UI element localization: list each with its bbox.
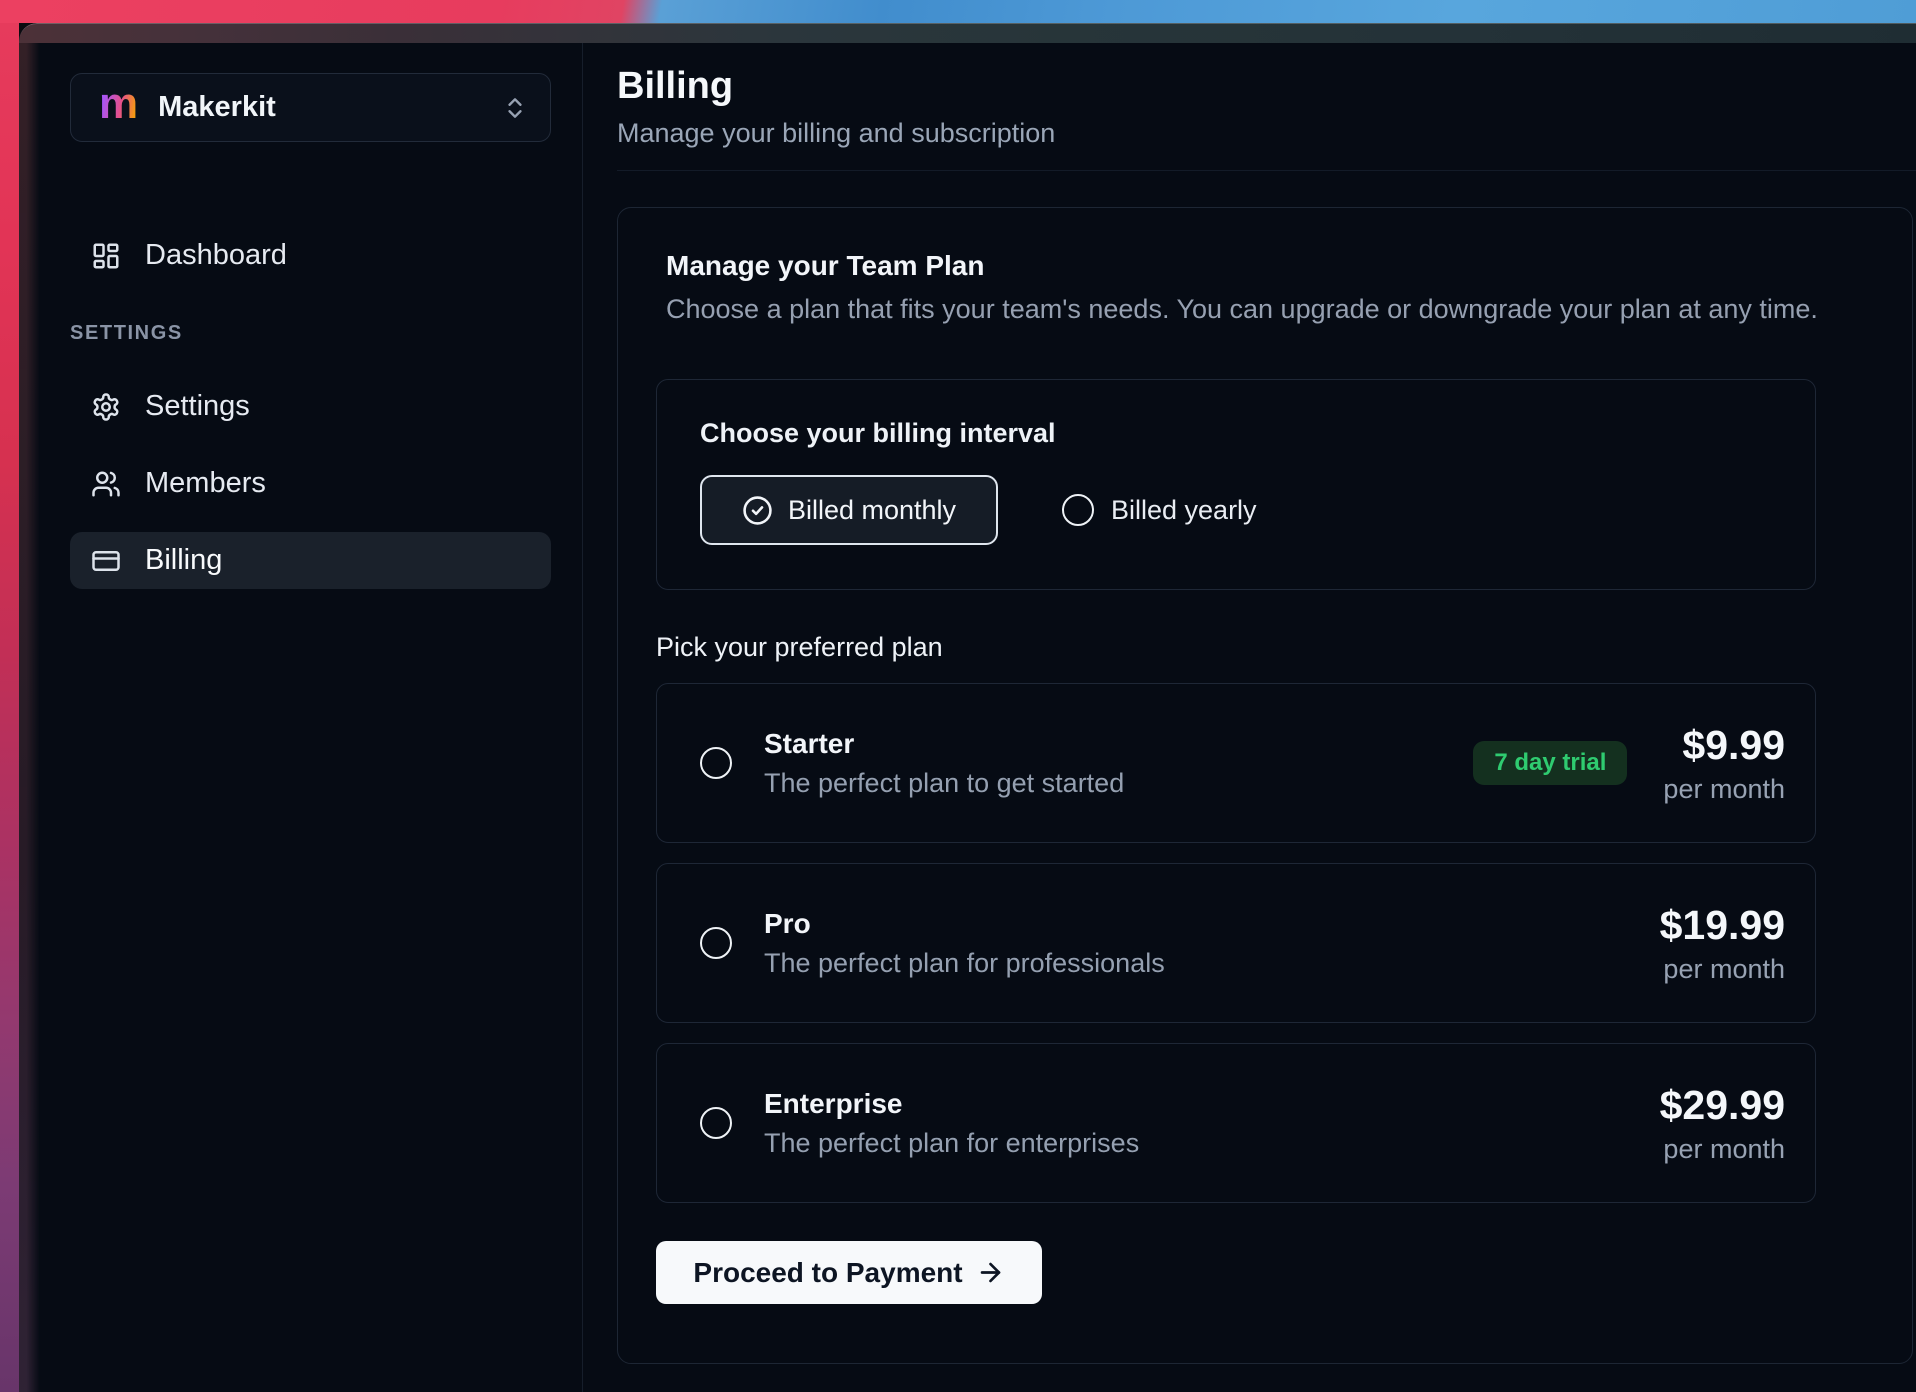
page-subtitle: Manage your billing and subscription (617, 118, 1916, 149)
plan-card-pro[interactable]: Pro The perfect plan for professionals $… (656, 863, 1816, 1023)
billed-monthly-option[interactable]: Billed monthly (700, 475, 998, 545)
page-header: Billing Manage your billing and subscrip… (617, 43, 1916, 171)
sidebar-nav: Dashboard SETTINGS Settings (70, 227, 551, 589)
plan-radio-pro[interactable] (700, 927, 732, 959)
trial-badge: 7 day trial (1473, 741, 1627, 785)
billing-interval-label: Choose your billing interval (700, 418, 1815, 449)
plan-name: Enterprise (764, 1088, 1139, 1120)
arrow-right-icon (976, 1258, 1005, 1287)
sidebar-item-billing[interactable]: Billing (70, 532, 551, 589)
page-title: Billing (617, 65, 1916, 107)
plan-description: The perfect plan to get started (764, 768, 1124, 799)
sidebar-item-dashboard[interactable]: Dashboard (70, 227, 551, 284)
card-title: Manage your Team Plan (666, 250, 1902, 282)
plan-text: Starter The perfect plan to get started (764, 728, 1124, 799)
plan-text: Enterprise The perfect plan for enterpri… (764, 1088, 1139, 1159)
sidebar-item-members[interactable]: Members (70, 455, 551, 512)
gear-icon (91, 392, 121, 422)
billing-interval-options: Billed monthly Billed yearly (700, 475, 1815, 545)
sidebar: m Makerkit (19, 43, 583, 1392)
sidebar-item-label: Members (145, 467, 266, 500)
app-window: m Makerkit (19, 23, 1916, 1392)
proceed-to-payment-button[interactable]: Proceed to Payment (656, 1241, 1042, 1304)
radio-unchecked-icon (1062, 494, 1094, 526)
plan-card-starter[interactable]: Starter The perfect plan to get started … (656, 683, 1816, 843)
plan-pricing: $29.99 per month (1660, 1082, 1785, 1165)
plan-period: per month (1660, 1134, 1785, 1165)
app-content: m Makerkit (19, 43, 1916, 1392)
billed-yearly-option[interactable]: Billed yearly (1062, 494, 1257, 526)
billed-yearly-label: Billed yearly (1111, 495, 1257, 526)
team-plan-card: Manage your Team Plan Choose a plan that… (617, 207, 1913, 1364)
sidebar-item-label: Settings (145, 390, 250, 423)
users-icon (91, 469, 121, 499)
chevrons-up-down-icon (502, 95, 528, 121)
plan-text: Pro The perfect plan for professionals (764, 908, 1165, 979)
check-circle-icon (742, 495, 773, 526)
billing-interval-box: Choose your billing interval Billed mont… (656, 379, 1816, 590)
card-description: Choose a plan that fits your team's need… (666, 294, 1902, 325)
plan-price: $19.99 (1660, 902, 1785, 949)
plan-price: $29.99 (1660, 1082, 1785, 1129)
plan-radio-starter[interactable] (700, 747, 732, 779)
plan-period: per month (1663, 774, 1785, 805)
plan-name: Starter (764, 728, 1124, 760)
plan-price: $9.99 (1663, 722, 1785, 769)
plans-label: Pick your preferred plan (656, 632, 1902, 663)
plan-radio-enterprise[interactable] (700, 1107, 732, 1139)
plan-period: per month (1660, 954, 1785, 985)
plan-pricing: $19.99 per month (1660, 902, 1785, 985)
plan-description: The perfect plan for professionals (764, 948, 1165, 979)
workspace-name: Makerkit (158, 91, 276, 124)
sidebar-item-settings[interactable]: Settings (70, 378, 551, 435)
sidebar-item-label: Dashboard (145, 239, 287, 272)
workspace-selector[interactable]: m Makerkit (70, 73, 551, 142)
window-titlebar (19, 23, 1916, 43)
dashboard-icon (91, 241, 121, 271)
makerkit-logo: m (99, 82, 138, 126)
billed-monthly-label: Billed monthly (788, 495, 956, 526)
sidebar-section-label: SETTINGS (70, 322, 551, 345)
plan-card-enterprise[interactable]: Enterprise The perfect plan for enterpri… (656, 1043, 1816, 1203)
wallpaper-left-strip (0, 23, 19, 1392)
plan-pricing: $9.99 per month (1663, 722, 1785, 805)
main-content: Billing Manage your billing and subscrip… (583, 43, 1916, 1392)
wallpaper-top-strip (0, 0, 1916, 23)
sidebar-item-label: Billing (145, 544, 222, 577)
plan-description: The perfect plan for enterprises (764, 1128, 1139, 1159)
proceed-to-payment-label: Proceed to Payment (693, 1257, 962, 1289)
plan-name: Pro (764, 908, 1165, 940)
credit-card-icon (91, 546, 121, 576)
